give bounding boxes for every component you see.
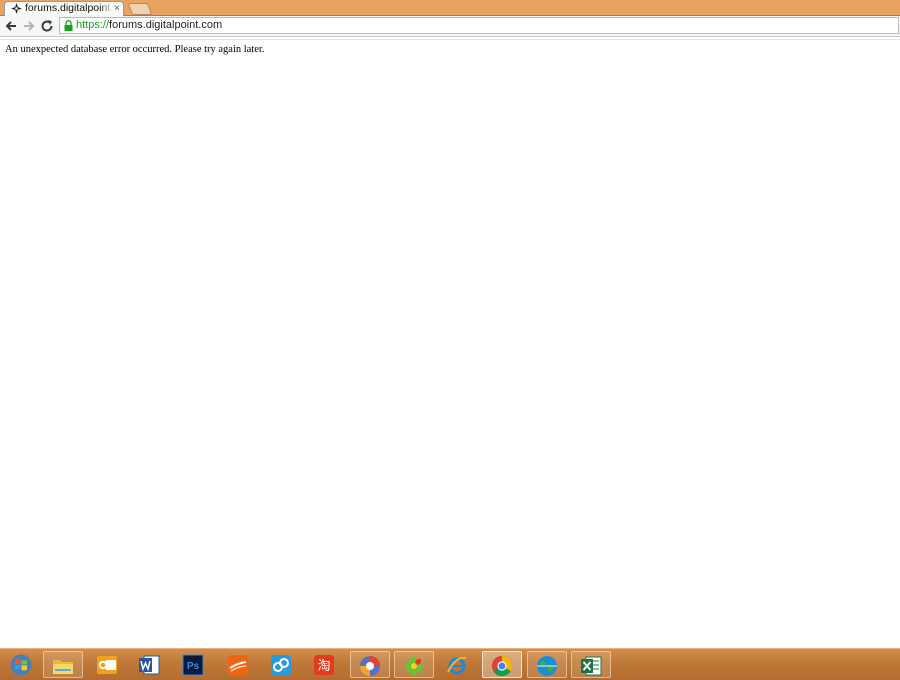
url-text: https://forums.digitalpoint.com <box>76 18 222 33</box>
reload-icon[interactable] <box>39 18 55 34</box>
icq-flower-icon <box>404 656 424 676</box>
toolbar-divider <box>0 37 900 40</box>
secure-lock-icon <box>64 20 73 31</box>
blue-app-button[interactable] <box>262 651 302 678</box>
tab-close-icon[interactable]: × <box>114 2 120 15</box>
photoshop-button[interactable]: Ps <box>174 651 214 678</box>
ie-icon <box>447 656 467 675</box>
blue-cloud-icon <box>271 655 291 675</box>
word-icon <box>139 655 160 675</box>
folder-icon <box>53 660 73 674</box>
tab-strip: forums.digitalpoint.com × <box>0 0 900 16</box>
internet-explorer-button[interactable] <box>438 651 478 678</box>
browser-tab[interactable]: forums.digitalpoint.com × <box>4 1 124 16</box>
orange-swoosh-icon <box>228 655 248 675</box>
excel-icon <box>581 656 602 676</box>
forward-arrow-icon[interactable] <box>21 18 37 34</box>
url-scheme: https:// <box>76 19 110 31</box>
photoshop-label: Ps <box>187 661 200 672</box>
browser-toolbar: https://forums.digitalpoint.com <box>0 16 900 37</box>
digitalpoint-favicon-icon <box>11 3 22 14</box>
start-button[interactable] <box>2 651 42 678</box>
orange-app-button[interactable] <box>219 651 259 678</box>
excel-button[interactable] <box>571 651 611 678</box>
back-arrow-icon[interactable] <box>3 18 19 34</box>
windows-orb-icon <box>10 654 32 676</box>
globe-icon <box>537 656 557 676</box>
file-explorer-button[interactable] <box>43 651 83 678</box>
tab-title: forums.digitalpoint.com <box>25 2 113 14</box>
taobao-label: 淘 <box>317 659 330 674</box>
address-bar[interactable]: https://forums.digitalpoint.com <box>59 17 899 34</box>
outlook-button[interactable] <box>88 651 128 678</box>
taobao-button[interactable]: 淘 <box>305 651 345 678</box>
icq-button[interactable] <box>394 651 434 678</box>
new-tab-button[interactable] <box>127 3 153 15</box>
swirl-icon <box>360 656 380 676</box>
globe-app-button[interactable] <box>527 651 567 678</box>
database-error-message: An unexpected database error occurred. P… <box>5 44 265 55</box>
word-button[interactable] <box>130 651 170 678</box>
photoshop-icon: Ps <box>182 654 204 676</box>
taobao-icon: 淘 <box>314 655 334 675</box>
swirl-app-button[interactable] <box>350 651 390 678</box>
chrome-icon <box>491 655 513 677</box>
windows-taskbar: Ps 淘 <box>0 648 900 680</box>
outlook-icon <box>97 656 117 674</box>
chrome-button[interactable] <box>482 651 522 678</box>
url-host: forums.digitalpoint.com <box>109 19 223 31</box>
